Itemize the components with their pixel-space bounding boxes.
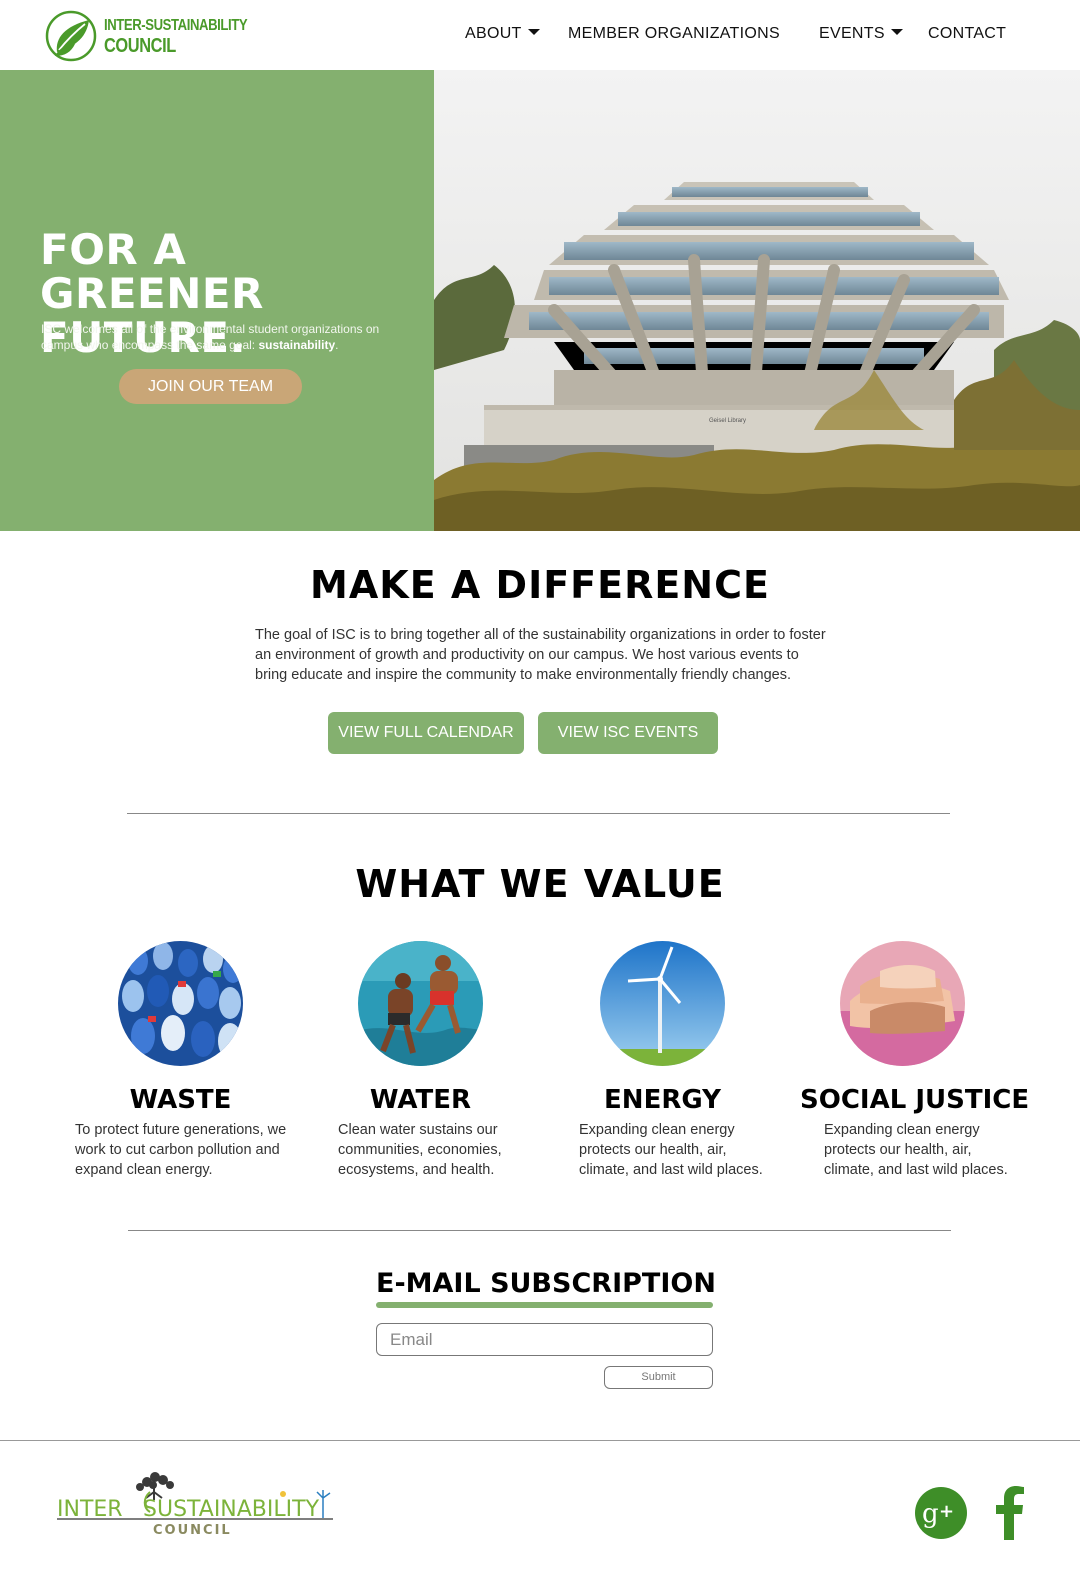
submit-button[interactable]: Submit bbox=[604, 1366, 713, 1389]
waste-image bbox=[118, 941, 243, 1066]
nav-contact[interactable]: CONTACT bbox=[928, 25, 1006, 43]
make-a-difference-heading: MAKE A DIFFERENCE bbox=[310, 563, 770, 607]
email-input[interactable] bbox=[376, 1323, 713, 1356]
join-our-team-button[interactable]: JOIN OUR TEAM bbox=[119, 369, 302, 404]
caret-down-icon bbox=[527, 29, 540, 35]
email-subscription-heading: E-MAIL SUBSCRIPTION bbox=[376, 1268, 716, 1299]
value-social-justice-title: SOCIAL JUSTICE bbox=[800, 1085, 1030, 1115]
nav-about[interactable]: ABOUT bbox=[465, 25, 540, 43]
email-heading-underline bbox=[376, 1302, 713, 1308]
logo-line2: COUNCIL bbox=[104, 35, 176, 57]
value-water-title: WATER bbox=[369, 1085, 472, 1115]
hero-subtitle-suffix: . bbox=[335, 338, 339, 352]
nav-member-organizations-label: MEMBER ORGANIZATIONS bbox=[568, 25, 780, 42]
water-image bbox=[358, 941, 483, 1066]
hero-subtitle-bold: sustainability bbox=[258, 338, 336, 352]
footer-logo[interactable]: INTER SUSTAINABILITY COUNCIL bbox=[55, 1470, 335, 1540]
value-waste-desc: To protect future generations, we work t… bbox=[75, 1122, 287, 1178]
top-nav: INTER-SUSTAINABILITY COUNCIL ABOUT MEMBE… bbox=[0, 0, 1080, 70]
hero-subtitle: ISC welcomes all of the environmental st… bbox=[41, 321, 391, 353]
nav-events[interactable]: EVENTS bbox=[819, 25, 903, 43]
svg-text:+: + bbox=[939, 1501, 954, 1522]
value-waste-title: WASTE bbox=[129, 1085, 232, 1115]
nav-contact-label: CONTACT bbox=[928, 25, 1007, 42]
section-divider bbox=[128, 1230, 951, 1231]
view-isc-events-button[interactable]: VIEW ISC EVENTS bbox=[538, 712, 718, 754]
nav-about-label: ABOUT bbox=[465, 25, 522, 42]
library-photo: Geisel Library bbox=[434, 70, 1080, 531]
make-a-difference-text: The goal of ISC is to bring together all… bbox=[255, 627, 826, 683]
value-energy-desc: Expanding clean energy protects our heal… bbox=[579, 1122, 763, 1178]
hero-image-geisel-library: Geisel Library bbox=[434, 70, 1080, 531]
library-sign-text: Geisel Library bbox=[709, 418, 746, 424]
google-plus-icon[interactable]: g + bbox=[914, 1486, 968, 1540]
energy-image bbox=[600, 941, 725, 1066]
footer-divider bbox=[0, 1440, 1080, 1441]
view-full-calendar-button[interactable]: VIEW FULL CALENDAR bbox=[328, 712, 524, 754]
facebook-icon[interactable] bbox=[994, 1486, 1026, 1540]
svg-text:g: g bbox=[922, 1499, 939, 1529]
nav-member-organizations[interactable]: MEMBER ORGANIZATIONS bbox=[568, 25, 780, 43]
value-energy-title: ENERGY bbox=[604, 1085, 721, 1115]
value-social-justice-desc: Expanding clean energy protects our heal… bbox=[824, 1122, 1008, 1178]
footer-logo-word2: SUSTAINABILITY bbox=[143, 1497, 320, 1522]
footer-logo-word1: INTER bbox=[57, 1497, 123, 1522]
caret-down-icon bbox=[890, 29, 903, 35]
footer-logo-word3: COUNCIL bbox=[153, 1523, 232, 1538]
leaf-logo-icon bbox=[45, 10, 97, 62]
hero-panel: FOR A GREENER FUTURE. ISC welcomes all o… bbox=[0, 70, 434, 531]
section-divider bbox=[127, 813, 950, 814]
nav-events-label: EVENTS bbox=[819, 25, 885, 42]
site-logo[interactable]: INTER-SUSTAINABILITY COUNCIL bbox=[45, 10, 248, 62]
social-justice-image bbox=[840, 941, 965, 1066]
value-water-desc: Clean water sustains our communities, ec… bbox=[338, 1122, 502, 1178]
what-we-value-heading: WHAT WE VALUE bbox=[355, 862, 725, 906]
logo-line1: INTER-SUSTAINABILITY bbox=[104, 17, 248, 34]
